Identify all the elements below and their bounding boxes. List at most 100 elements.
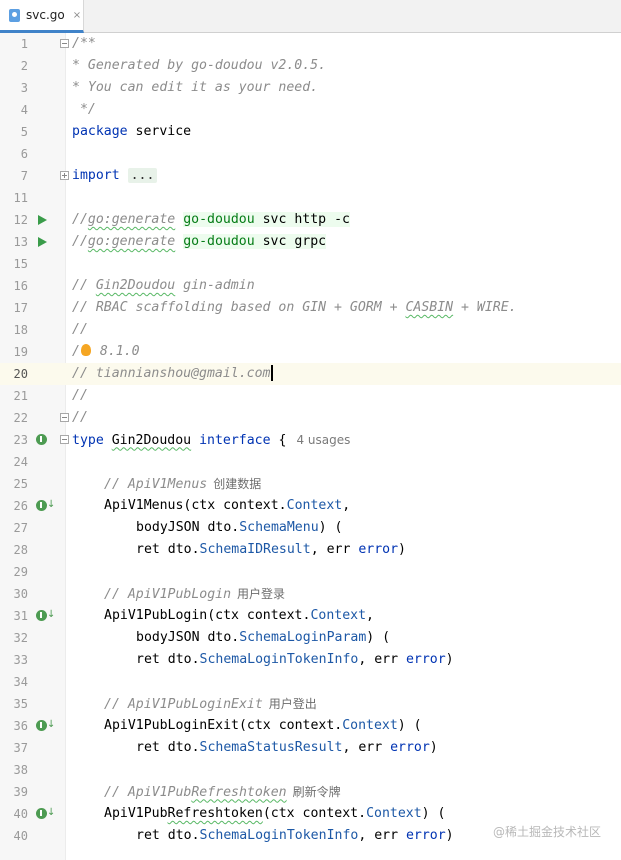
folded-imports[interactable]: ... — [127, 168, 158, 183]
line-number: 34 — [13, 675, 28, 689]
code-line: 40 ↓ ApiV1PubRefreshtoken(ctx context.Con… — [0, 803, 621, 825]
method-name: ApiV1Pub — [104, 806, 168, 821]
close-icon[interactable]: × — [73, 10, 81, 21]
package-name: service — [135, 124, 192, 139]
type-ref: Context — [342, 718, 398, 733]
comment-text: Refreshtoken — [191, 784, 287, 800]
fold-icon[interactable] — [60, 413, 69, 422]
type-ref: SchemaLoginParam — [239, 630, 367, 645]
generate-tool: go-doudou — [183, 212, 255, 227]
punct: ) — [398, 542, 406, 557]
code-line: 35 // ApiV1PubLoginExit 用户登出 — [0, 693, 621, 715]
punct: ) — [445, 828, 454, 843]
param: ret — [136, 740, 168, 755]
type-ref: SchemaLoginTokenInfo — [199, 652, 359, 667]
comment-text: // ApiV1Menus — [104, 476, 208, 492]
keyword: type — [72, 432, 104, 448]
param: , err — [358, 828, 406, 843]
tab-label: svc.go — [26, 8, 65, 22]
method-name: ApiV1PubLogin( — [104, 608, 216, 623]
implemented-icon[interactable] — [36, 808, 47, 819]
code-line: 30 // ApiV1PubLogin 用户登录 — [0, 583, 621, 605]
code-line: 34 — [0, 671, 621, 693]
param: ret — [136, 828, 168, 843]
code-text: // — [72, 322, 88, 337]
line-number: 3 — [20, 81, 28, 95]
generate-tool: go-doudou — [183, 234, 255, 249]
comment-text: 8.1.0 — [91, 344, 140, 359]
keyword: package — [72, 124, 128, 139]
implemented-icon[interactable] — [36, 500, 47, 511]
fold-icon[interactable] — [60, 39, 69, 48]
package-ref: context. — [246, 608, 311, 623]
lightbulb-icon[interactable] — [80, 344, 91, 356]
code-line: 16 // Gin2Doudou gin-admin — [0, 275, 621, 297]
generate-args: svc http -c — [262, 212, 350, 227]
tab-svc-go[interactable]: svc.go × — [0, 0, 84, 33]
code-line: 24 — [0, 451, 621, 473]
implemented-icon[interactable] — [36, 610, 47, 621]
package-ref: context. — [223, 498, 287, 513]
line-number: 30 — [13, 587, 28, 601]
punct: ) ( — [421, 806, 446, 821]
code-editor[interactable]: 1 /** 2 * Generated by go-doudou v2.0.5.… — [0, 33, 621, 860]
punct: , — [342, 498, 351, 513]
package-ref: context. — [278, 718, 343, 733]
code-line: 33 ret dto.SchemaLoginTokenInfo, err err… — [0, 649, 621, 671]
param: , err — [342, 740, 391, 755]
code-line: 38 — [0, 759, 621, 781]
punct: ( — [262, 806, 271, 821]
type-ref: SchemaLoginTokenInfo — [199, 828, 359, 843]
code-line: 31 ↓ ApiV1PubLogin(ctx context.Context, — [0, 605, 621, 627]
code-line: 3 * You can edit it as your need. — [0, 77, 621, 99]
code-line: 26 ↓ ApiV1Menus(ctx context.Context, — [0, 495, 621, 517]
line-number: 18 — [13, 323, 28, 337]
line-number: 24 — [13, 455, 28, 469]
code-line: 27 bodyJSON dto.SchemaMenu) ( — [0, 517, 621, 539]
code-line: 36 ↓ ApiV1PubLoginExit(ctx context.Contex… — [0, 715, 621, 737]
watermark: @稀土掘金技术社区 — [492, 825, 601, 839]
line-number: 4 — [20, 103, 28, 117]
line-number: 23 — [13, 433, 28, 447]
line-number: 40 — [13, 807, 28, 821]
line-number: 26 — [13, 499, 28, 513]
line-number: 5 — [20, 125, 28, 139]
type-ref: Context — [310, 608, 367, 623]
code-text: // — [72, 410, 88, 425]
punct: ) ( — [318, 520, 343, 535]
code-line: 39 // ApiV1PubRefreshtoken 刷新令牌 — [0, 781, 621, 803]
code-line: 23 type Gin2Doudou interface {4 usages — [0, 429, 621, 451]
punct: ) ( — [397, 718, 422, 733]
code-line: 6 — [0, 143, 621, 165]
expand-icon[interactable] — [60, 171, 69, 180]
editor-tab-bar: svc.go × — [0, 0, 621, 33]
implemented-icon[interactable] — [36, 434, 47, 445]
code-line: 5 package service — [0, 121, 621, 143]
package-ref: dto. — [167, 828, 200, 843]
run-icon[interactable] — [38, 215, 47, 225]
code-text: */ — [72, 102, 96, 117]
type-ref: Context — [286, 498, 343, 513]
comment-text: // RBAC scaffolding based on GIN + GORM … — [72, 300, 406, 315]
keyword: error — [358, 542, 399, 557]
type-ref: SchemaMenu — [239, 520, 319, 535]
line-number: 37 — [13, 741, 28, 755]
implemented-icon[interactable] — [36, 720, 47, 731]
comment-text: // ApiV1PubLogin — [104, 586, 232, 602]
code-line: 28 ret dto.SchemaIDResult, err error) — [0, 539, 621, 561]
line-number: 6 — [20, 147, 28, 161]
comment-prefix: // — [72, 234, 88, 249]
code-line: 1 /** — [0, 33, 621, 55]
run-icon[interactable] — [38, 237, 47, 247]
param: ctx — [246, 718, 279, 733]
usages-hint[interactable]: 4 usages — [296, 433, 350, 447]
code-line: 7 import ... — [0, 165, 621, 187]
code-line: 37 ret dto.SchemaStatusResult, err error… — [0, 737, 621, 759]
comment-text: 刷新令牌 — [292, 784, 341, 799]
fold-icon[interactable] — [60, 435, 69, 444]
code-line: 21 // — [0, 385, 621, 407]
arrow-down-icon: ↓ — [47, 499, 56, 510]
generate-directive: go:generate — [87, 212, 176, 227]
code-line: 11 — [0, 187, 621, 209]
code-line-current: 20 // tiannianshou@gmail.com — [0, 363, 621, 385]
